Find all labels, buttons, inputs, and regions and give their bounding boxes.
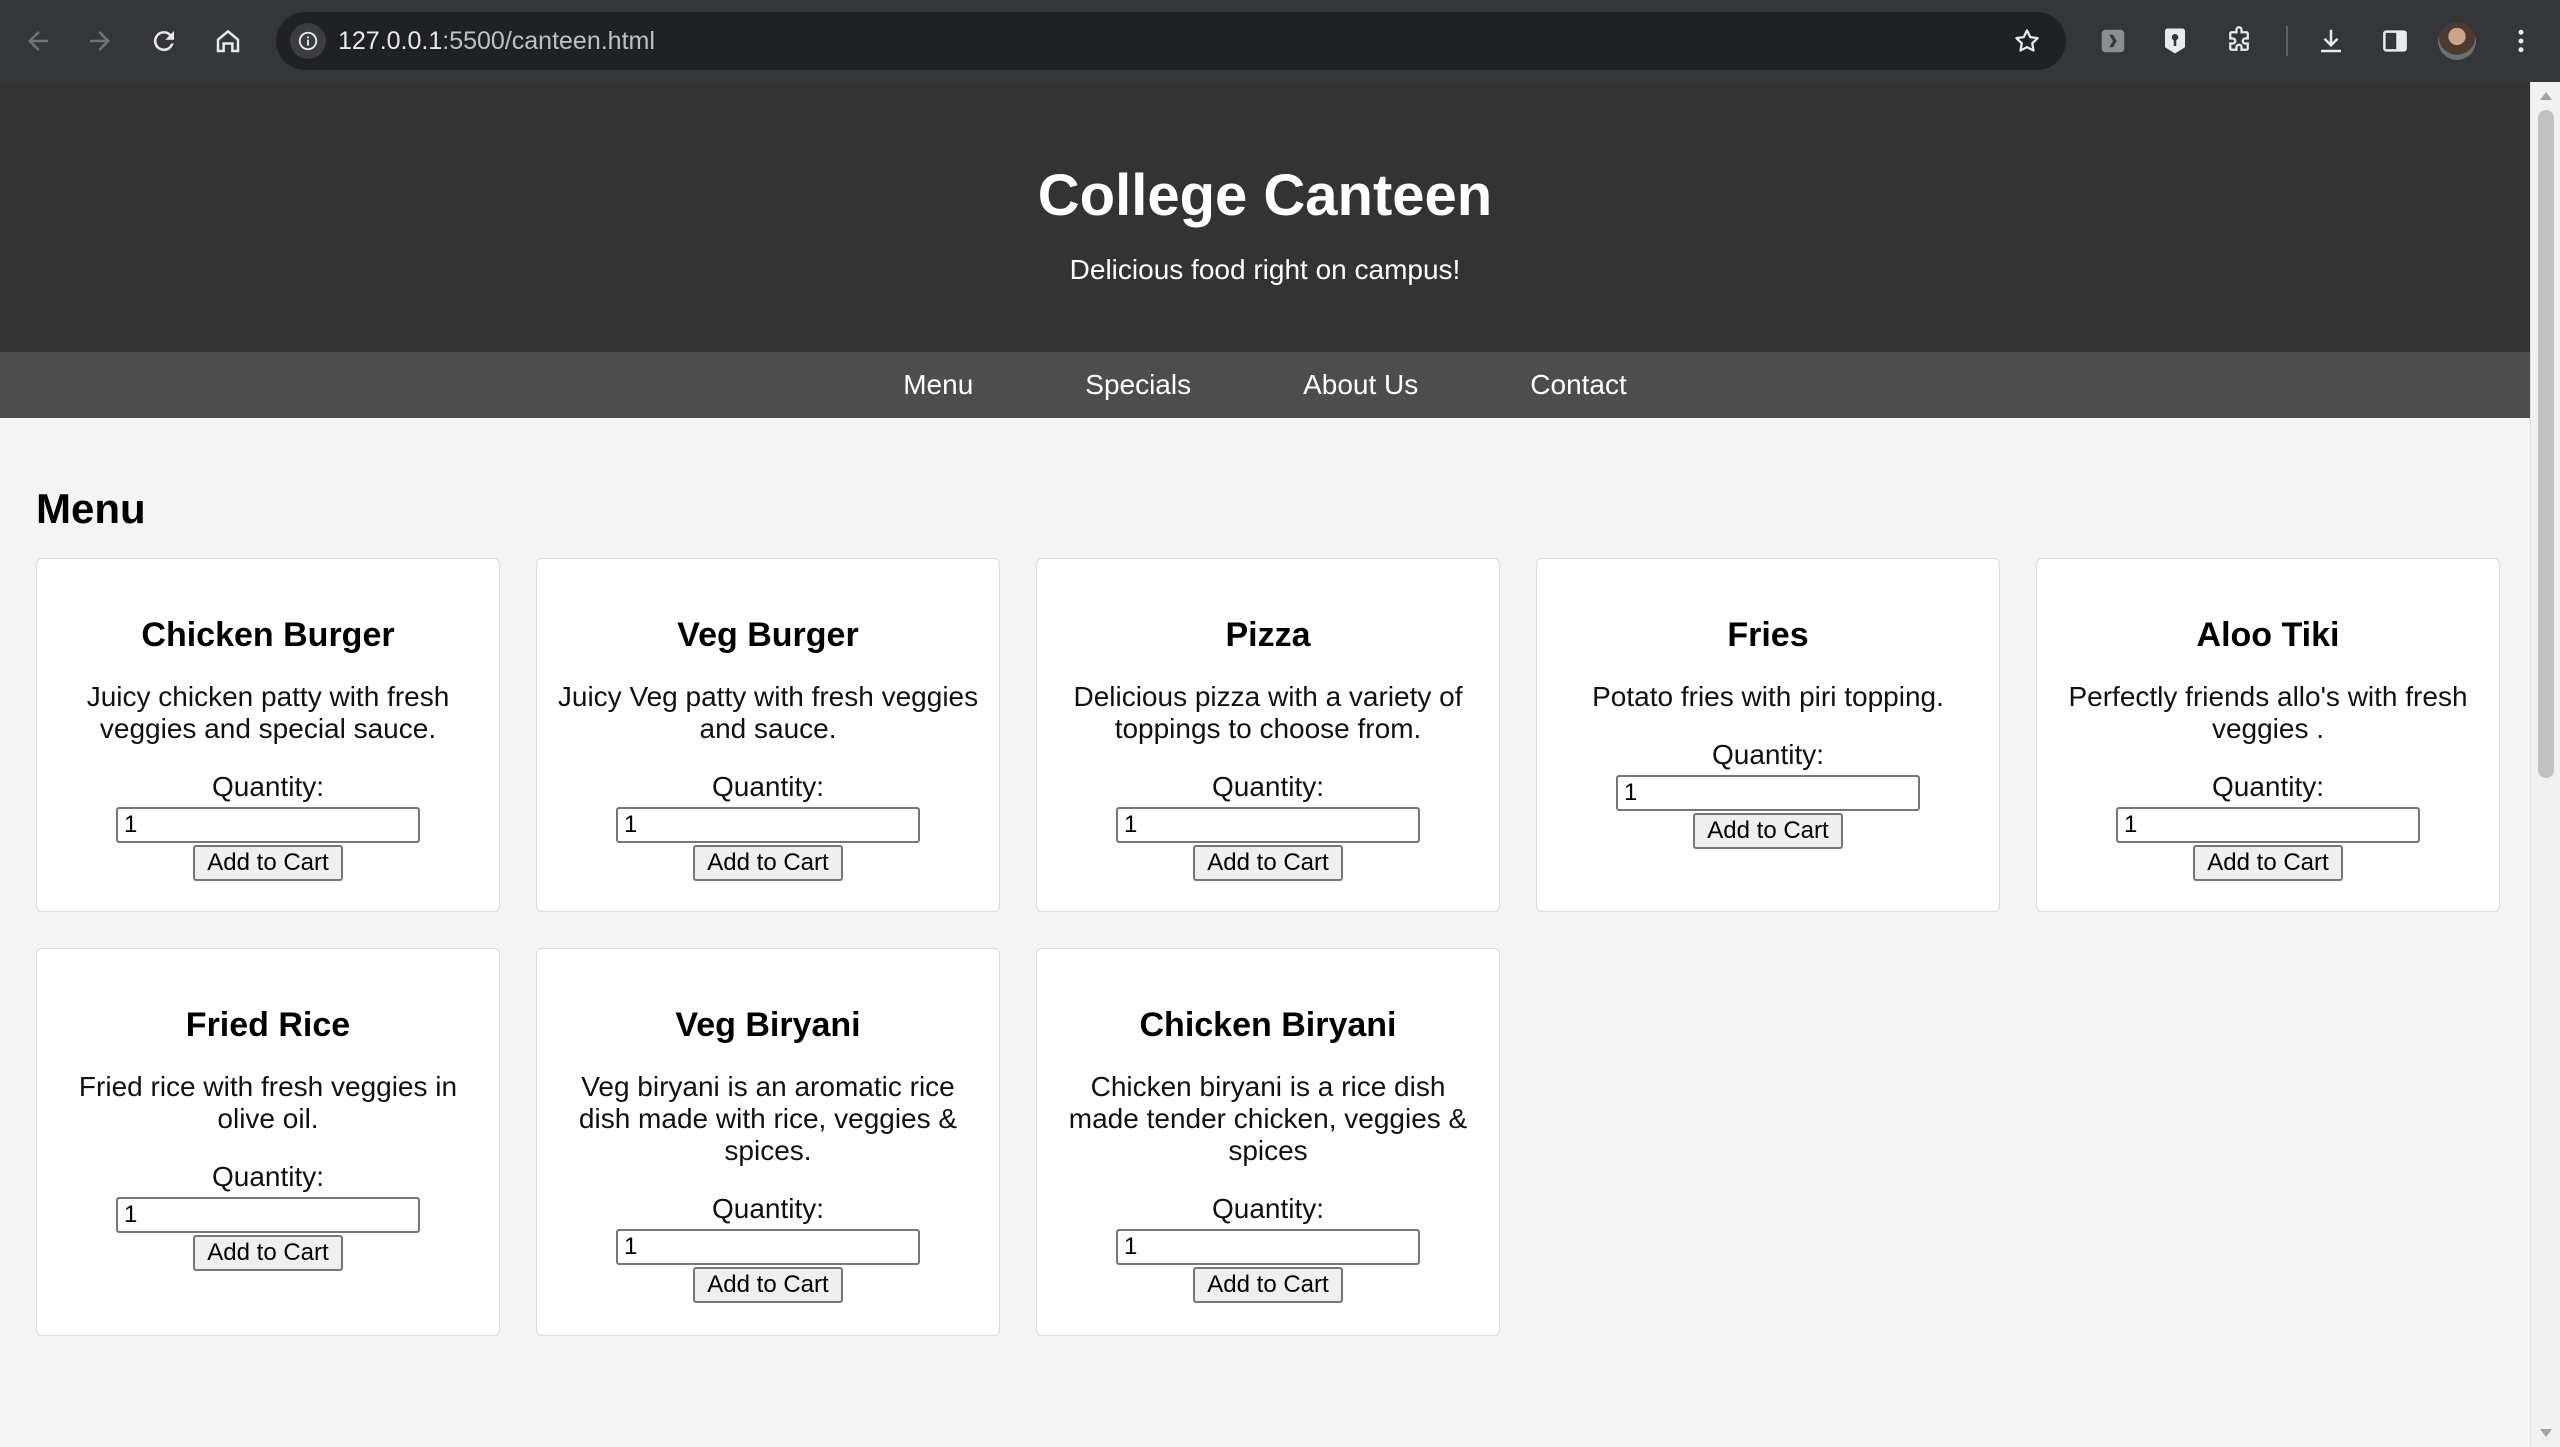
site-info-icon[interactable] — [290, 23, 326, 59]
item-name: Fries — [1727, 616, 1809, 654]
page-scrollbar[interactable] — [2530, 82, 2560, 1447]
add-to-cart-button[interactable]: Add to Cart — [693, 1267, 843, 1303]
nav-link-contact[interactable]: Contact — [1474, 352, 1683, 418]
nav-link-menu[interactable]: Menu — [847, 352, 1029, 418]
puzzle-icon — [2229, 26, 2249, 51]
quantity-label: Quantity: — [2211, 771, 2325, 802]
quantity-label: Quantity: — [211, 1161, 325, 1192]
quantity-input[interactable] — [116, 807, 420, 843]
menu-card-fried-rice: Fried Rice Fried rice with fresh veggies… — [36, 948, 500, 1336]
menu-card-pizza: Pizza Delicious pizza with a variety of … — [1036, 558, 1500, 912]
download-icon — [2321, 29, 2341, 53]
item-name: Chicken Biryani — [1139, 1006, 1397, 1044]
extensions-button[interactable] — [2218, 20, 2260, 62]
quantity-input[interactable] — [1116, 1229, 1420, 1265]
quantity-input[interactable] — [1116, 807, 1420, 843]
site-title: College Canteen — [1037, 163, 1493, 228]
item-description: Juicy chicken patty with fresh veggies a… — [86, 681, 450, 744]
quantity-label: Quantity: — [1711, 739, 1825, 770]
toolbar-divider — [2286, 26, 2288, 56]
item-name: Pizza — [1225, 616, 1311, 654]
browser-menu-button[interactable] — [2500, 20, 2542, 62]
quantity-label: Quantity: — [1211, 1193, 1325, 1224]
menu-grid: Chicken Burger Juicy chicken patty with … — [36, 558, 2500, 1336]
scrollbar-thumb[interactable] — [2538, 110, 2554, 778]
reload-icon — [153, 31, 174, 52]
add-to-cart-button[interactable]: Add to Cart — [693, 845, 843, 881]
address-bar[interactable]: 127.0.0.1:5500/canteen.html — [276, 12, 2066, 70]
menu-section: Menu Chicken Burger Juicy chicken patty … — [0, 484, 2530, 1336]
extension-button[interactable] — [2092, 20, 2134, 62]
menu-card-veg-burger: Veg Burger Juicy Veg patty with fresh ve… — [536, 558, 1000, 912]
site-header: College Canteen Delicious food right on … — [0, 82, 2530, 352]
keyhole-shield-icon — [2165, 28, 2185, 54]
item-name: Veg Burger — [677, 616, 859, 654]
side-panel-icon — [2383, 30, 2407, 52]
item-description: Veg biryani is an aromatic rice dish mad… — [578, 1071, 958, 1166]
side-panel-button[interactable] — [2374, 20, 2416, 62]
quantity-label: Quantity: — [1211, 771, 1325, 802]
item-description: Delicious pizza with a variety of toppin… — [1073, 681, 1463, 744]
item-description: Perfectly friends allo's with fresh vegg… — [2068, 681, 2468, 744]
quantity-input[interactable] — [116, 1197, 420, 1233]
page-viewport: College Canteen Delicious food right on … — [0, 82, 2530, 1447]
menu-card-fries: Fries Potato fries with piri topping. Qu… — [1536, 558, 2000, 912]
add-to-cart-button[interactable]: Add to Cart — [2193, 845, 2343, 881]
home-icon — [216, 29, 240, 53]
extension-badge-icon — [2101, 29, 2125, 53]
add-to-cart-button[interactable]: Add to Cart — [193, 1235, 343, 1271]
menu-card-chicken-biryani: Chicken Biryani Chicken biryani is a ric… — [1036, 948, 1500, 1336]
menu-card-aloo-tiki: Aloo Tiki Perfectly friends allo's with … — [2036, 558, 2500, 912]
quantity-input[interactable] — [616, 1229, 920, 1265]
quantity-input[interactable] — [2116, 807, 2420, 843]
downloads-button[interactable] — [2310, 20, 2352, 62]
site-nav: Menu Specials About Us Contact — [0, 352, 2530, 418]
password-manager-button[interactable] — [2154, 20, 2196, 62]
add-to-cart-button[interactable]: Add to Cart — [1193, 1267, 1343, 1303]
arrow-right-icon — [90, 31, 110, 51]
item-name: Veg Biryani — [675, 1006, 861, 1044]
quantity-input[interactable] — [1616, 775, 1920, 811]
item-name: Aloo Tiki — [2196, 616, 2340, 654]
quantity-label: Quantity: — [711, 771, 825, 802]
item-description: Fried rice with fresh veggies in olive o… — [78, 1071, 458, 1134]
menu-card-chicken-burger: Chicken Burger Juicy chicken patty with … — [36, 558, 500, 912]
home-button[interactable] — [204, 17, 252, 65]
item-name: Chicken Burger — [141, 616, 395, 654]
scroll-up-arrow-icon[interactable] — [2540, 92, 2552, 100]
profile-avatar[interactable] — [2438, 22, 2476, 60]
url-text[interactable]: 127.0.0.1:5500/canteen.html — [338, 26, 655, 56]
nav-link-specials[interactable]: Specials — [1029, 352, 1247, 418]
add-to-cart-button[interactable]: Add to Cart — [1193, 845, 1343, 881]
item-name: Fried Rice — [185, 1006, 351, 1044]
site-tagline: Delicious food right on campus! — [1069, 254, 1461, 285]
url-host: 127.0.0.1 — [338, 27, 443, 55]
scroll-down-arrow-icon[interactable] — [2540, 1429, 2552, 1437]
quantity-label: Quantity: — [211, 771, 325, 802]
item-description: Juicy Veg patty with fresh veggies and s… — [557, 681, 979, 744]
add-to-cart-button[interactable]: Add to Cart — [1693, 813, 1843, 849]
quantity-input[interactable] — [616, 807, 920, 843]
bookmark-star-icon[interactable] — [2012, 26, 2042, 56]
quantity-label: Quantity: — [711, 1193, 825, 1224]
reload-button[interactable] — [140, 17, 188, 65]
arrow-left-icon — [28, 31, 48, 51]
item-description: Potato fries with piri topping. — [1592, 681, 1944, 712]
menu-heading: Menu — [36, 485, 146, 532]
forward-button[interactable] — [76, 17, 124, 65]
nav-link-about-us[interactable]: About Us — [1247, 352, 1474, 418]
more-vertical-icon — [2518, 29, 2524, 53]
add-to-cart-button[interactable]: Add to Cart — [193, 845, 343, 881]
back-button[interactable] — [14, 17, 62, 65]
browser-toolbar: 127.0.0.1:5500/canteen.html — [0, 0, 2560, 82]
item-description: Chicken biryani is a rice dish made tend… — [1068, 1071, 1468, 1166]
menu-card-veg-biryani: Veg Biryani Veg biryani is an aromatic r… — [536, 948, 1000, 1336]
url-path: :5500/canteen.html — [442, 27, 655, 55]
